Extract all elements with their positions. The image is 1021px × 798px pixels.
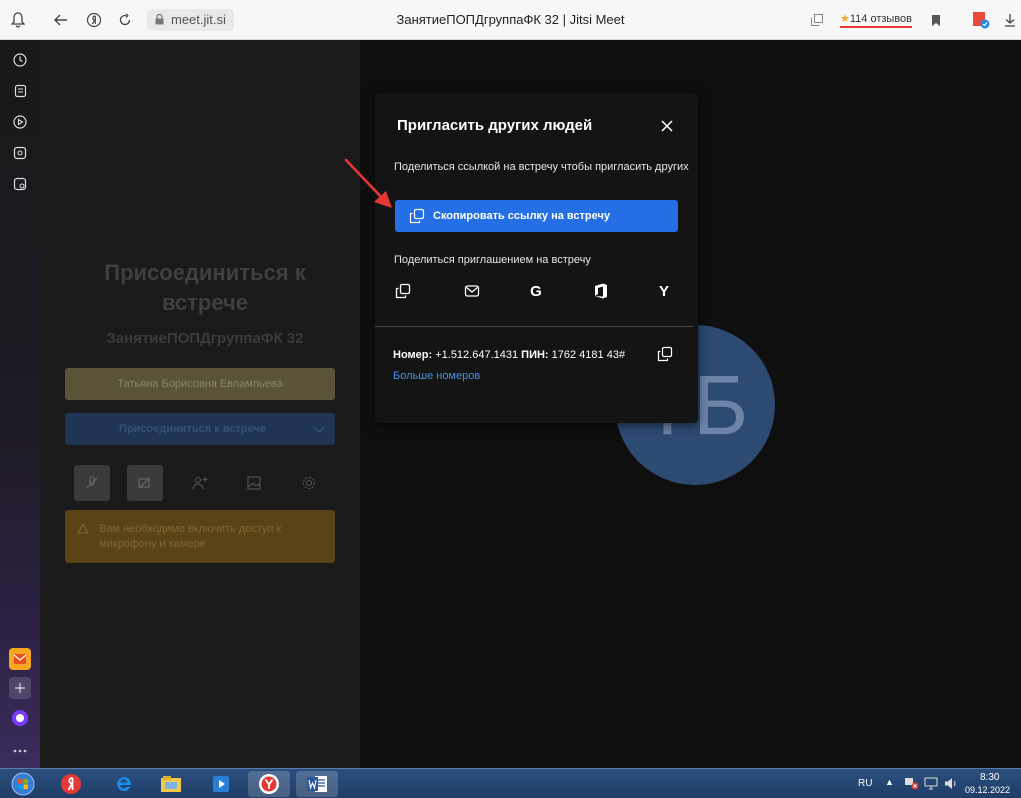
windows-taskbar: RU ▲ 8:30 09.12.2022	[0, 768, 1021, 798]
join-title: Присоединиться к встрече	[104, 260, 306, 315]
mail-icon[interactable]	[9, 648, 31, 670]
invite-button[interactable]	[182, 465, 218, 501]
copy-invite-icon[interactable]	[393, 281, 413, 301]
google-icon[interactable]: G	[526, 281, 546, 301]
microphone-off-icon	[86, 476, 98, 489]
bookmark-icon[interactable]	[925, 9, 947, 31]
dialog-title: Пригласить других людей	[397, 117, 593, 134]
lock-icon	[155, 14, 164, 25]
clock-icon[interactable]	[9, 49, 31, 71]
invite-dialog: Пригласить других людей Поделиться ссылк…	[375, 93, 698, 423]
yandex-browser-taskbar-icon[interactable]	[248, 771, 290, 797]
start-button[interactable]	[6, 771, 40, 797]
back-arrow-icon[interactable]	[50, 9, 72, 31]
share-options: G Y	[393, 281, 683, 305]
language-indicator[interactable]: RU	[858, 778, 872, 789]
screenshot-icon[interactable]	[9, 173, 31, 195]
permission-warning: Вам необходимо включить доступ к микрофо…	[65, 510, 335, 563]
divider	[375, 326, 693, 327]
dial-in-info: Номер: +1.512.647.1431 ПИН: 1762 4181 43…	[393, 349, 626, 361]
chevron-down-icon[interactable]	[313, 423, 325, 435]
address-bar[interactable]: meet.jit.si	[147, 9, 234, 31]
annotation-arrow-icon	[344, 158, 392, 208]
image-icon	[247, 476, 261, 490]
extension-icon[interactable]	[970, 9, 992, 31]
volume-icon[interactable]	[944, 777, 958, 793]
background-button[interactable]	[236, 465, 272, 501]
download-icon[interactable]	[999, 9, 1021, 31]
room-name: ЗанятиеПОПДгруппаФК 32	[106, 330, 304, 347]
gear-icon	[302, 476, 316, 490]
yahoo-icon[interactable]: Y	[654, 281, 674, 301]
play-icon[interactable]	[9, 111, 31, 133]
network-flag-icon[interactable]	[904, 776, 920, 793]
browser-sidebar	[0, 40, 40, 768]
join-meeting-button[interactable]: Присоединиться к встрече	[65, 413, 335, 445]
clock-date[interactable]: 09.12.2022	[965, 785, 1010, 795]
add-icon[interactable]	[9, 677, 31, 699]
clock-time[interactable]: 8:30	[980, 772, 999, 783]
messenger-icon[interactable]	[9, 142, 31, 164]
media-controls	[74, 465, 334, 501]
microphone-off-button[interactable]	[74, 465, 110, 501]
yandex-taskbar-icon[interactable]	[50, 771, 92, 797]
collections-icon[interactable]	[9, 80, 31, 102]
address-text: meet.jit.si	[171, 12, 226, 27]
alice-icon[interactable]	[9, 707, 31, 729]
reload-icon[interactable]	[114, 9, 136, 31]
more-numbers-link[interactable]: Больше номеров	[393, 370, 480, 382]
yandex-icon[interactable]	[83, 9, 105, 31]
share-link-text: Поделиться ссылкой на встречу чтобы приг…	[394, 161, 689, 173]
share-invite-text: Поделиться приглашением на встречу	[394, 254, 591, 266]
star-icon: ★	[840, 13, 850, 25]
more-icon[interactable]	[9, 740, 31, 762]
tray-expand-icon[interactable]: ▲	[885, 777, 894, 787]
network-icon[interactable]	[924, 777, 938, 793]
bell-icon[interactable]	[7, 9, 29, 31]
email-icon[interactable]	[462, 281, 482, 301]
settings-button[interactable]	[291, 465, 327, 501]
office-icon[interactable]	[591, 281, 611, 301]
browser-toolbar: meet.jit.si ЗанятиеПОПДгруппаФК 32 | Jit…	[0, 0, 1021, 40]
copy-link-button[interactable]: Скопировать ссылку на встречу	[395, 200, 678, 232]
word-icon[interactable]	[296, 771, 338, 797]
tabs-copy-icon[interactable]	[806, 9, 828, 31]
copy-icon	[409, 208, 425, 224]
display-name-input[interactable]: Татьяна Борисовна Евлампьева	[65, 368, 335, 400]
prejoin-panel	[40, 40, 360, 768]
ie-icon[interactable]	[103, 771, 145, 797]
camera-off-icon	[138, 477, 151, 489]
explorer-icon[interactable]	[150, 771, 192, 797]
close-icon[interactable]	[658, 117, 676, 135]
copy-dial-in-icon[interactable]	[657, 346, 673, 362]
warning-icon	[77, 523, 89, 534]
add-person-icon	[192, 476, 208, 490]
reviews-badge[interactable]: ★114 отзывов	[840, 12, 913, 28]
media-player-icon[interactable]	[200, 771, 242, 797]
camera-off-button[interactable]	[127, 465, 163, 501]
